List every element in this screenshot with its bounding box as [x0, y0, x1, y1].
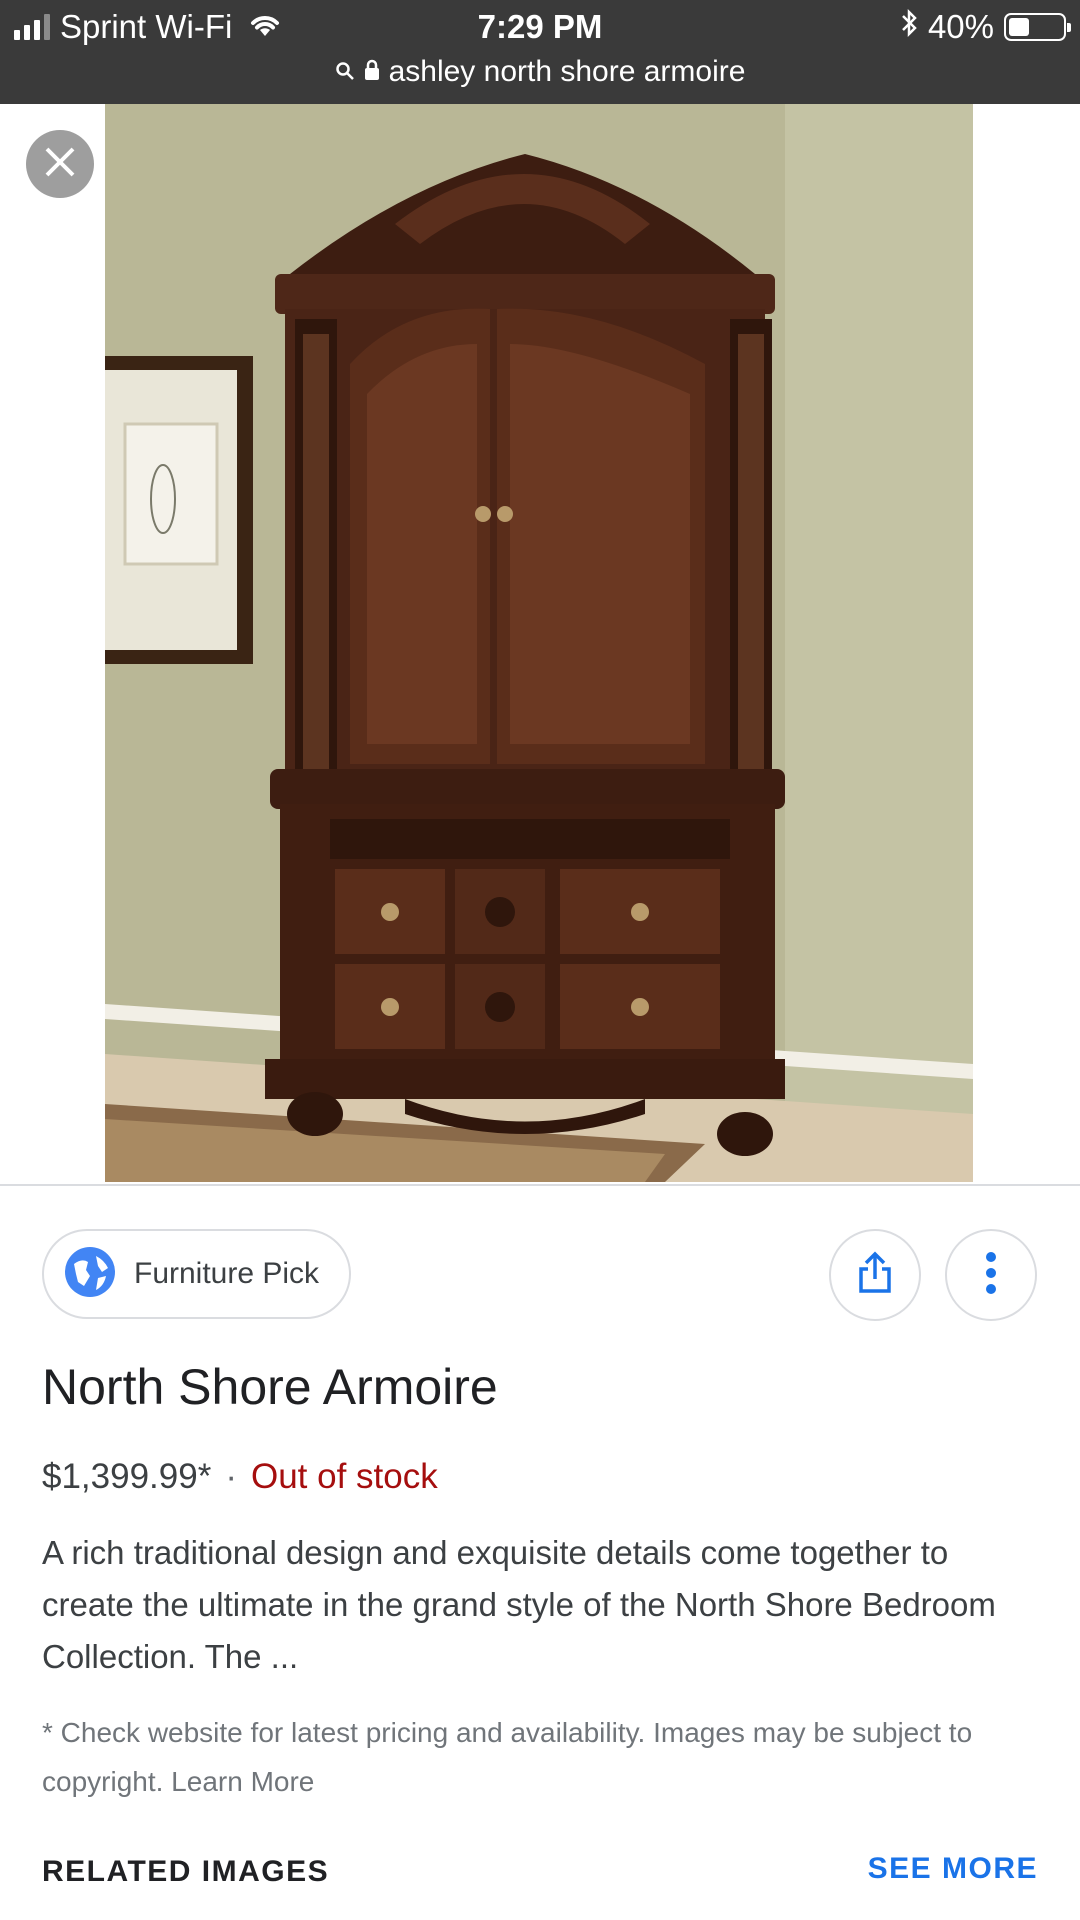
separator: ·	[225, 1457, 237, 1496]
source-chip[interactable]: Furniture Pick	[42, 1229, 352, 1319]
more-vert-icon	[985, 1251, 997, 1300]
more-options-button[interactable]	[945, 1229, 1037, 1321]
url-bar[interactable]: ashley north shore armoire	[0, 50, 1080, 94]
status-right: 40%	[900, 8, 1071, 46]
search-icon	[335, 55, 355, 89]
url-text: ashley north shore armoire	[388, 55, 746, 88]
disclaimer: * Check website for latest pricing and a…	[42, 1717, 973, 1797]
battery-icon	[1004, 13, 1071, 41]
battery-percent: 40%	[927, 8, 994, 45]
close-button[interactable]	[26, 130, 94, 198]
see-more-link[interactable]: SEE MORE	[868, 1852, 1038, 1886]
share-icon	[855, 1251, 895, 1300]
share-button[interactable]	[829, 1229, 921, 1321]
globe-icon	[64, 1246, 116, 1303]
source-name: Furniture Pick	[134, 1257, 320, 1290]
availability-status: Out of stock	[250, 1457, 438, 1496]
product-description: A rich traditional design and exquisite …	[42, 1534, 996, 1675]
lock-icon	[363, 55, 381, 89]
close-icon	[43, 145, 77, 184]
related-images-heading: RELATED IMAGES	[42, 1855, 330, 1888]
product-price: $1,399.99*	[42, 1457, 212, 1496]
product-image[interactable]	[105, 104, 973, 1182]
bluetooth-icon	[900, 8, 918, 46]
status-bar: Sprint Wi-Fi 7:29 PM 40% ashley north sh…	[0, 0, 1080, 104]
image-viewer	[0, 104, 1080, 1186]
price-row: $1,399.99* · Out of stock	[42, 1457, 438, 1497]
product-title: North Shore Armoire	[42, 1359, 498, 1415]
